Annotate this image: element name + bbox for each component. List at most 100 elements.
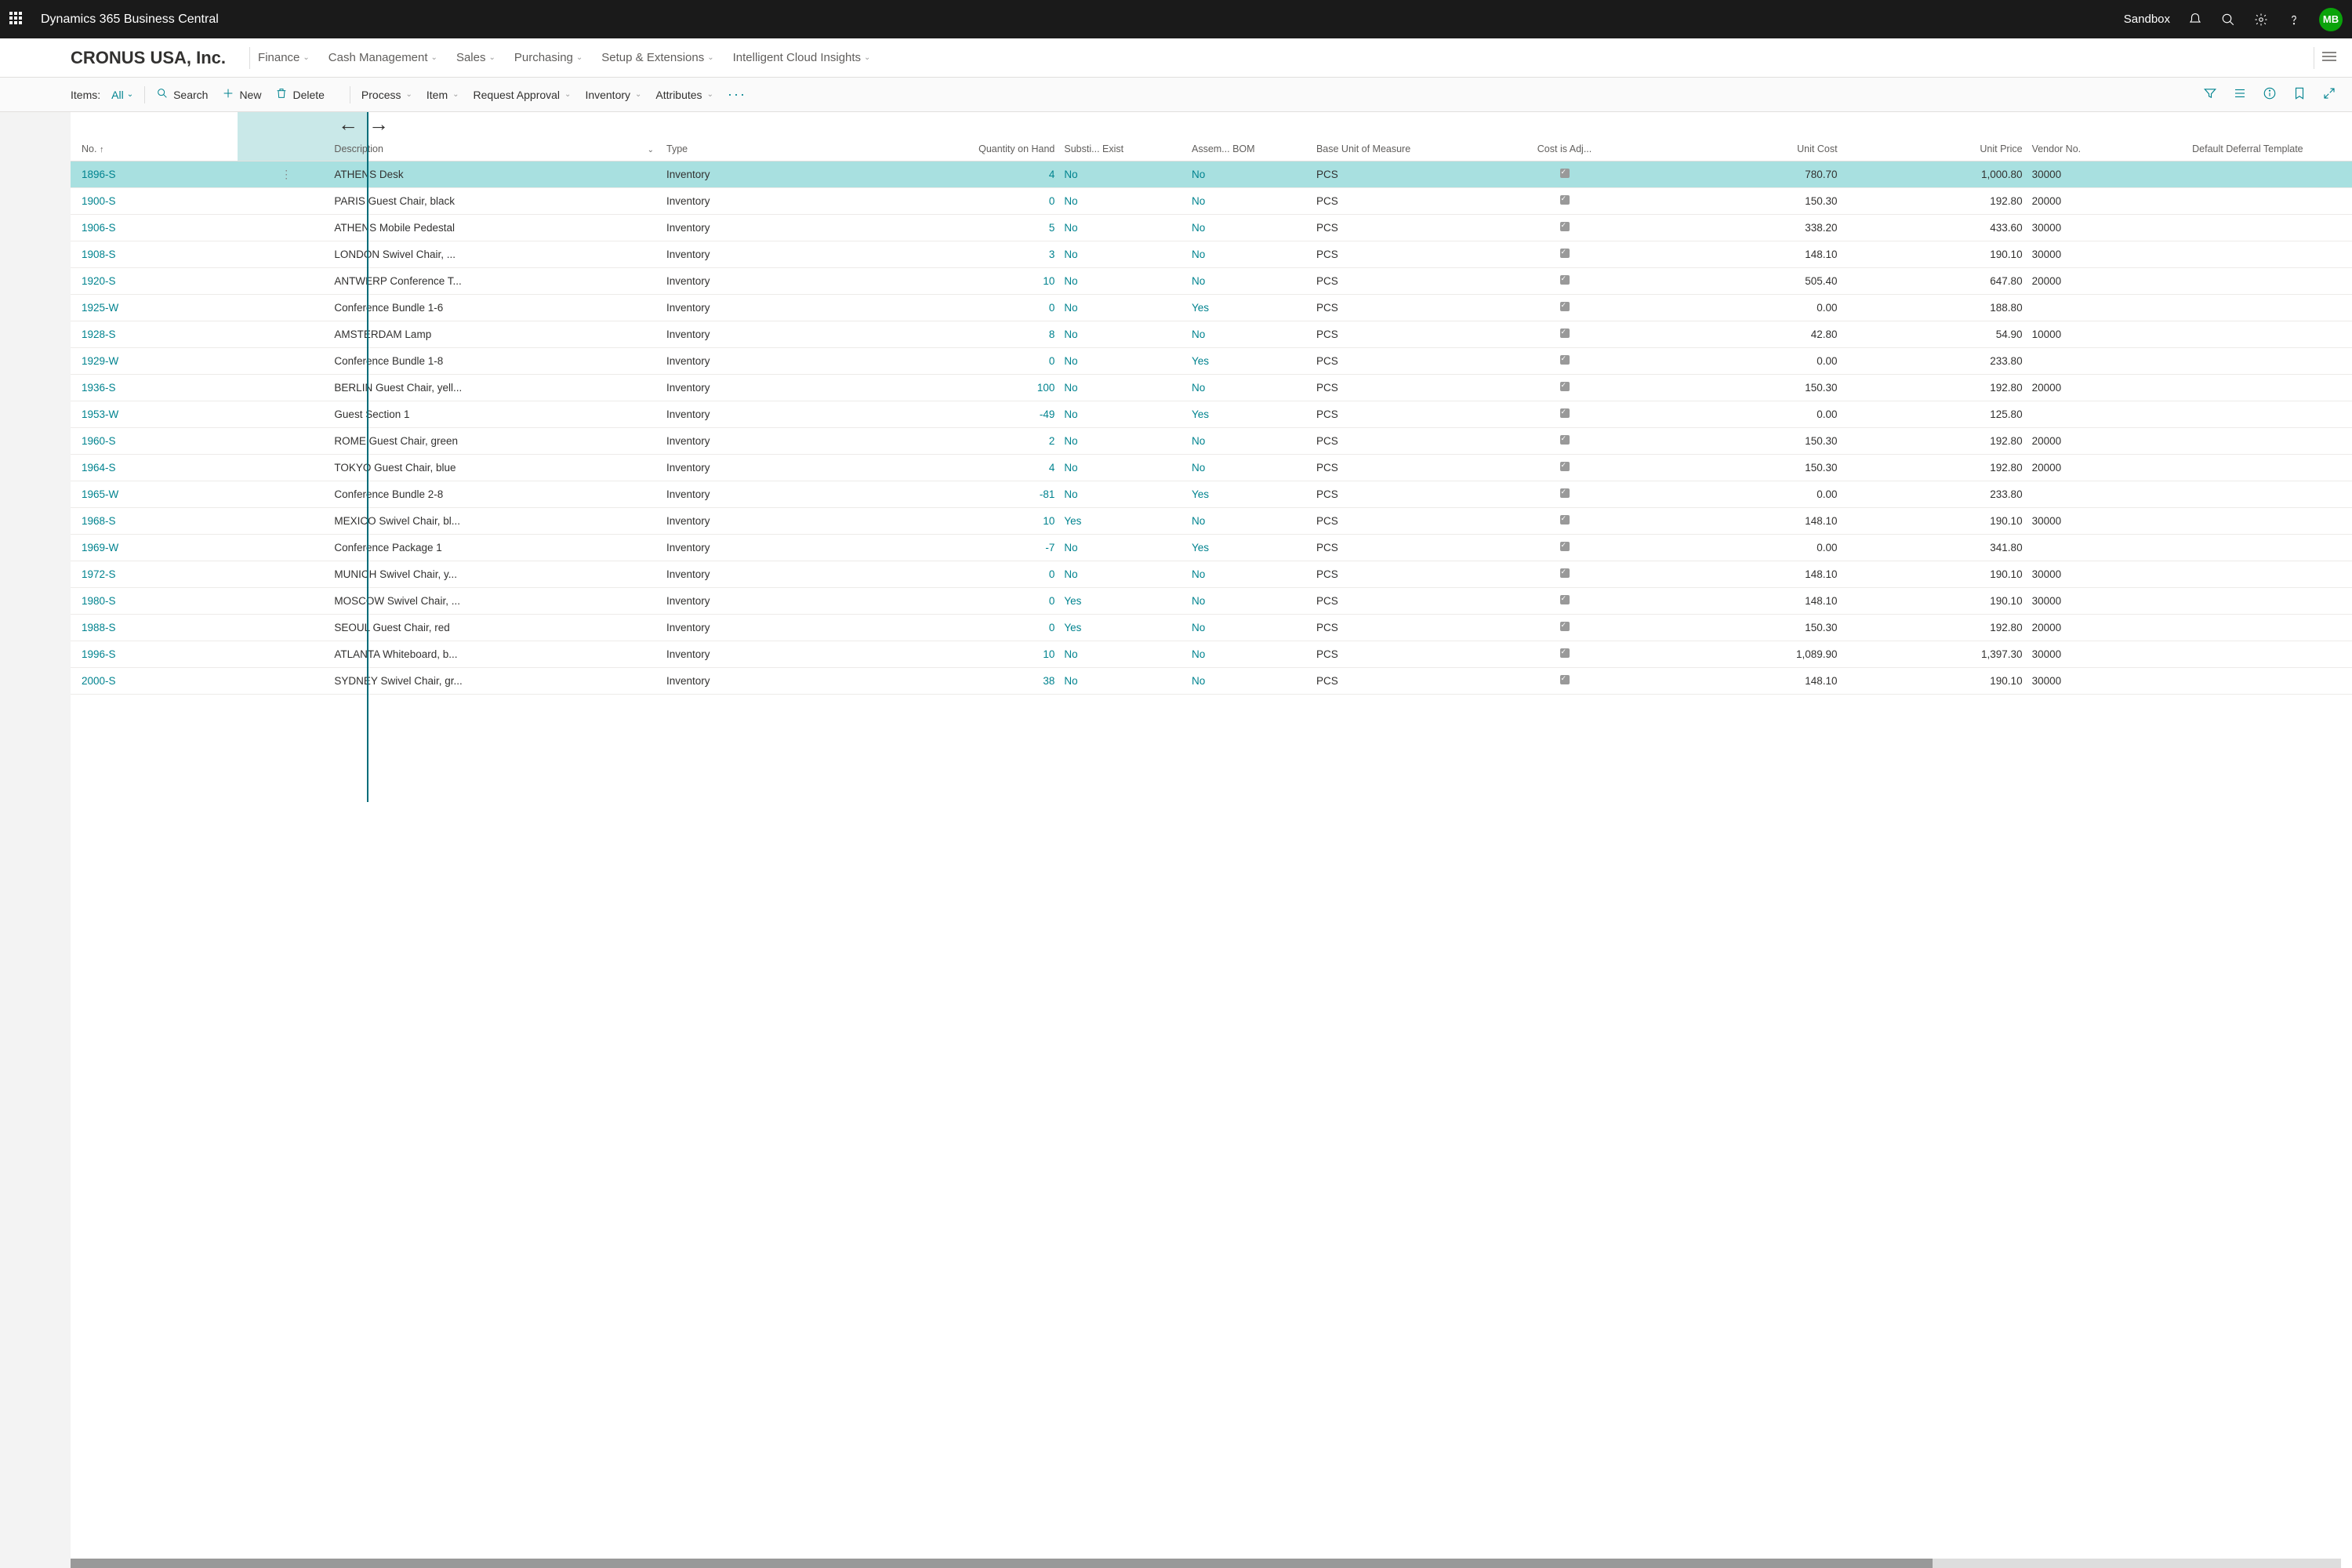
table-row[interactable]: 1908-SLONDON Swivel Chair, ...Inventory3… xyxy=(71,241,2352,267)
cost-adjusted-checkbox[interactable] xyxy=(1513,214,1616,241)
qty-on-hand[interactable]: 0 xyxy=(844,561,1059,587)
item-description[interactable]: MOSCOW Swivel Chair, ... xyxy=(329,587,659,614)
substi-exist[interactable]: Yes xyxy=(1059,587,1187,614)
filter-all[interactable]: All⌄ xyxy=(111,89,133,101)
attributes-menu[interactable]: Attributes⌄ xyxy=(655,89,713,101)
qty-on-hand[interactable]: -7 xyxy=(844,534,1059,561)
qty-on-hand[interactable]: 4 xyxy=(844,454,1059,481)
assembly-bom[interactable]: No xyxy=(1187,614,1312,641)
substi-exist[interactable]: No xyxy=(1059,401,1187,427)
assembly-bom[interactable]: No xyxy=(1187,427,1312,454)
substi-exist[interactable]: No xyxy=(1059,427,1187,454)
item-description[interactable]: ATHENS Mobile Pedestal xyxy=(329,214,659,241)
table-row[interactable]: 2000-SSYDNEY Swivel Chair, gr...Inventor… xyxy=(71,667,2352,694)
assembly-bom[interactable]: No xyxy=(1187,161,1312,187)
assembly-bom[interactable]: No xyxy=(1187,561,1312,587)
substi-exist[interactable]: Yes xyxy=(1059,507,1187,534)
delete-action[interactable]: Delete xyxy=(275,87,324,102)
qty-on-hand[interactable]: 0 xyxy=(844,614,1059,641)
qty-on-hand[interactable]: 38 xyxy=(844,667,1059,694)
substi-exist[interactable]: No xyxy=(1059,241,1187,267)
col-header-deferral[interactable]: Default Deferral Template xyxy=(2187,112,2352,161)
assembly-bom[interactable]: No xyxy=(1187,667,1312,694)
item-description[interactable]: Conference Bundle 1-8 xyxy=(329,347,659,374)
horizontal-scrollbar[interactable] xyxy=(71,1559,2341,1568)
table-row[interactable]: 1929-WConference Bundle 1-8Inventory0NoY… xyxy=(71,347,2352,374)
scrollbar-thumb[interactable] xyxy=(71,1559,1933,1568)
item-no-link[interactable]: 1960-S xyxy=(71,427,276,454)
item-no-link[interactable]: 1929-W xyxy=(71,347,276,374)
qty-on-hand[interactable]: 2 xyxy=(844,427,1059,454)
cost-adjusted-checkbox[interactable] xyxy=(1513,374,1616,401)
item-description[interactable]: ROME Guest Chair, green xyxy=(329,427,659,454)
item-description[interactable]: PARIS Guest Chair, black xyxy=(329,187,659,214)
table-row[interactable]: 1906-SATHENS Mobile PedestalInventory5No… xyxy=(71,214,2352,241)
qty-on-hand[interactable]: 0 xyxy=(844,294,1059,321)
notifications-icon[interactable] xyxy=(2187,12,2203,27)
item-description[interactable]: Guest Section 1 xyxy=(329,401,659,427)
settings-gear-icon[interactable] xyxy=(2253,12,2269,27)
assembly-bom[interactable]: No xyxy=(1187,187,1312,214)
col-header-qty[interactable]: Quantity on Hand xyxy=(844,112,1059,161)
qty-on-hand[interactable]: 10 xyxy=(844,641,1059,667)
cost-adjusted-checkbox[interactable] xyxy=(1513,534,1616,561)
item-no-link[interactable]: 1965-W xyxy=(71,481,276,507)
substi-exist[interactable]: No xyxy=(1059,214,1187,241)
col-header-unit-price[interactable]: Unit Price xyxy=(1842,112,2027,161)
search-action[interactable]: Search xyxy=(156,87,208,102)
substi-exist[interactable]: No xyxy=(1059,641,1187,667)
assembly-bom[interactable]: No xyxy=(1187,507,1312,534)
qty-on-hand[interactable]: 10 xyxy=(844,267,1059,294)
cost-adjusted-checkbox[interactable] xyxy=(1513,641,1616,667)
column-resize-handle[interactable]: ← → xyxy=(365,112,389,136)
process-menu[interactable]: Process⌄ xyxy=(361,89,412,101)
item-no-link[interactable]: 1996-S xyxy=(71,641,276,667)
col-header-substi[interactable]: Substi... Exist xyxy=(1059,112,1187,161)
item-no-link[interactable]: 1920-S xyxy=(71,267,276,294)
assembly-bom[interactable]: No xyxy=(1187,241,1312,267)
search-icon[interactable] xyxy=(2220,12,2236,27)
qty-on-hand[interactable]: 5 xyxy=(844,214,1059,241)
row-menu-icon[interactable]: ⋮ xyxy=(281,168,292,180)
substi-exist[interactable]: No xyxy=(1059,374,1187,401)
column-resize-line[interactable] xyxy=(367,112,368,802)
assembly-bom[interactable]: Yes xyxy=(1187,294,1312,321)
cost-adjusted-checkbox[interactable] xyxy=(1513,507,1616,534)
table-row[interactable]: 1965-WConference Bundle 2-8Inventory-81N… xyxy=(71,481,2352,507)
substi-exist[interactable]: No xyxy=(1059,347,1187,374)
cost-adjusted-checkbox[interactable] xyxy=(1513,561,1616,587)
inventory-menu[interactable]: Inventory⌄ xyxy=(585,89,641,101)
table-row[interactable]: 1896-S⋮ATHENS DeskInventory4NoNoPCS780.7… xyxy=(71,161,2352,187)
substi-exist[interactable]: No xyxy=(1059,534,1187,561)
table-row[interactable]: 1968-SMEXICO Swivel Chair, bl...Inventor… xyxy=(71,507,2352,534)
assembly-bom[interactable]: No xyxy=(1187,214,1312,241)
nav-tab-cash-management[interactable]: Cash Management⌄ xyxy=(328,51,437,64)
col-header-unit-cost[interactable]: Unit Cost xyxy=(1616,112,1842,161)
help-icon[interactable] xyxy=(2286,12,2302,27)
item-description[interactable]: LONDON Swivel Chair, ... xyxy=(329,241,659,267)
list-view-icon[interactable] xyxy=(2233,86,2247,103)
assembly-bom[interactable]: No xyxy=(1187,374,1312,401)
nav-tab-setup-extensions[interactable]: Setup & Extensions⌄ xyxy=(601,51,713,64)
filter-pane-icon[interactable] xyxy=(2203,86,2217,103)
table-row[interactable]: 1925-WConference Bundle 1-6Inventory0NoY… xyxy=(71,294,2352,321)
item-menu[interactable]: Item⌄ xyxy=(426,89,459,101)
assembly-bom[interactable]: No xyxy=(1187,587,1312,614)
assembly-bom[interactable]: Yes xyxy=(1187,347,1312,374)
col-header-no[interactable]: No. ↑ xyxy=(71,112,276,161)
item-description[interactable]: Conference Package 1 xyxy=(329,534,659,561)
table-row[interactable]: 1964-STOKYO Guest Chair, blueInventory4N… xyxy=(71,454,2352,481)
cost-adjusted-checkbox[interactable] xyxy=(1513,347,1616,374)
nav-tab-purchasing[interactable]: Purchasing⌄ xyxy=(514,51,583,64)
qty-on-hand[interactable]: -81 xyxy=(844,481,1059,507)
assembly-bom[interactable]: Yes xyxy=(1187,534,1312,561)
item-no-link[interactable]: 1964-S xyxy=(71,454,276,481)
table-row[interactable]: 1936-SBERLIN Guest Chair, yell...Invento… xyxy=(71,374,2352,401)
item-no-link[interactable]: 1908-S xyxy=(71,241,276,267)
cost-adjusted-checkbox[interactable] xyxy=(1513,294,1616,321)
qty-on-hand[interactable]: 0 xyxy=(844,187,1059,214)
cost-adjusted-checkbox[interactable] xyxy=(1513,587,1616,614)
table-row[interactable]: 1996-SATLANTA Whiteboard, b...Inventory1… xyxy=(71,641,2352,667)
col-header-vendor[interactable]: Vendor No. xyxy=(2027,112,2188,161)
item-no-link[interactable]: 1968-S xyxy=(71,507,276,534)
